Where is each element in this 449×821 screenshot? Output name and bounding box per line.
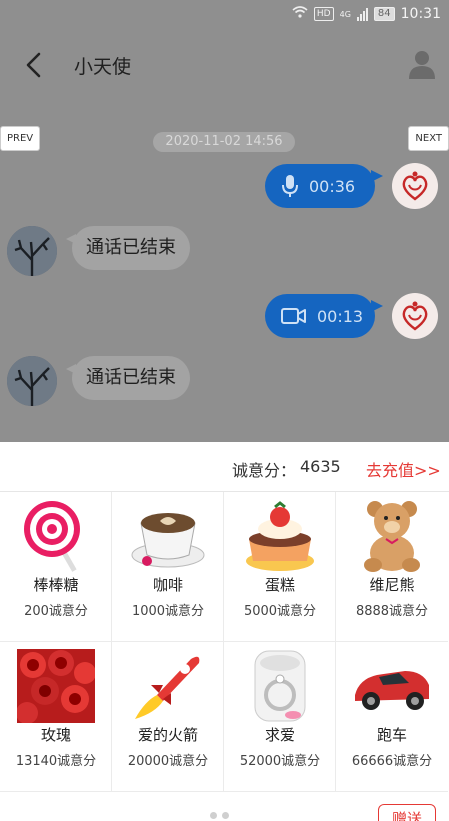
profile-button[interactable] [407,48,437,80]
network-type: 4G [339,9,351,19]
gift-name: 玫瑰 [40,726,71,744]
heart-logo-icon [402,301,428,331]
call-ended-message[interactable]: 通话已结束 [66,356,190,400]
back-button[interactable] [20,50,50,80]
page-indicator[interactable] [210,812,229,819]
gift-price: 20000诚意分 [127,754,209,769]
cake-icon [246,501,314,571]
call-ended-message[interactable]: 通话已结束 [66,226,190,270]
status-bar: HD 4G 84 10:31 [0,0,449,32]
chat-area[interactable]: PREV NEXT 2020-11-02 14:56 00:36 通话已结束 0… [0,98,449,442]
gift-item-lollipop[interactable]: 棒棒糖 200诚意分 [0,492,112,642]
gift-name: 蛋糕 [264,576,295,594]
send-gift-button[interactable]: 赠送 [378,804,436,821]
tree-photo-icon [7,226,57,276]
chevron-left-icon [26,52,41,78]
gift-price: 13140诚意分 [15,754,97,769]
page-title: 小天使 [74,56,132,78]
gift-name: 咖啡 [152,576,183,594]
recharge-link[interactable]: 去充值>> [366,457,441,481]
coffee-icon [131,513,205,568]
gift-name: 棒棒糖 [33,576,79,594]
avatar[interactable] [7,356,57,406]
battery-indicator: 84 [373,7,395,21]
score-label: 诚意分： [232,461,297,480]
message-timestamp: 2020-11-02 14:56 [153,132,295,152]
gift-name: 求爱 [264,726,295,744]
gift-name: 跑车 [376,726,407,744]
status-time: 10:31 [400,6,441,22]
avatar[interactable] [392,163,438,209]
ring-icon [254,650,306,722]
microphone-icon [281,174,299,198]
hd-badge: HD [313,7,334,21]
video-duration: 00:13 [317,306,364,326]
gift-item-roses[interactable]: 玫瑰 13140诚意分 [0,642,112,792]
wifi-icon [292,6,308,22]
gift-grid: 棒棒糖 200诚意分 咖啡 1000诚意分 蛋糕 5000诚意分 维尼熊 888… [0,492,449,792]
nav-bar: 小天使 [0,32,449,98]
user-icon [409,51,435,79]
voice-duration: 00:36 [309,176,356,196]
gift-price: 5000诚意分 [243,604,317,619]
sports-car-icon [355,671,429,710]
gift-price: 66666诚意分 [351,754,433,769]
avatar[interactable] [392,293,438,339]
teddy-bear-icon [364,501,420,572]
score-value: 4635 [300,457,341,476]
video-call-bubble[interactable]: 00:13 [265,294,383,338]
gift-price: 8888诚意分 [355,604,429,619]
rocket-icon [135,656,200,719]
gift-panel: 诚意分： 4635 去充值>> 棒棒糖 200诚意分 咖啡 1000诚意分 蛋糕… [0,442,449,821]
gift-item-sports-car[interactable]: 跑车 66666诚意分 [336,642,448,792]
tree-photo-icon [7,356,57,406]
gift-footer: 赠送 [0,792,449,821]
prev-button[interactable]: PREV [0,126,41,151]
next-button[interactable]: NEXT [408,126,449,151]
gift-item-coffee[interactable]: 咖啡 1000诚意分 [112,492,224,642]
roses-icon [17,649,95,723]
gift-item-ring[interactable]: 求爱 52000诚意分 [224,642,336,792]
heart-logo-icon [402,171,428,201]
gift-price: 1000诚意分 [131,604,205,619]
gift-item-cake[interactable]: 蛋糕 5000诚意分 [224,492,336,642]
gift-name: 爱的火箭 [137,726,198,744]
avatar[interactable] [7,226,57,276]
gift-item-rocket[interactable]: 爱的火箭 20000诚意分 [112,642,224,792]
gift-price: 200诚意分 [24,604,88,619]
voice-message-bubble[interactable]: 00:36 [265,164,383,208]
score-row: 诚意分： 4635 去充值>> [0,442,449,492]
signal-icon [356,7,368,21]
gift-price: 52000诚意分 [239,754,321,769]
gift-name: 维尼熊 [369,576,415,594]
gift-item-teddy-bear[interactable]: 维尼熊 8888诚意分 [336,492,448,642]
lollipop-icon [24,501,80,572]
video-camera-icon [281,307,307,325]
